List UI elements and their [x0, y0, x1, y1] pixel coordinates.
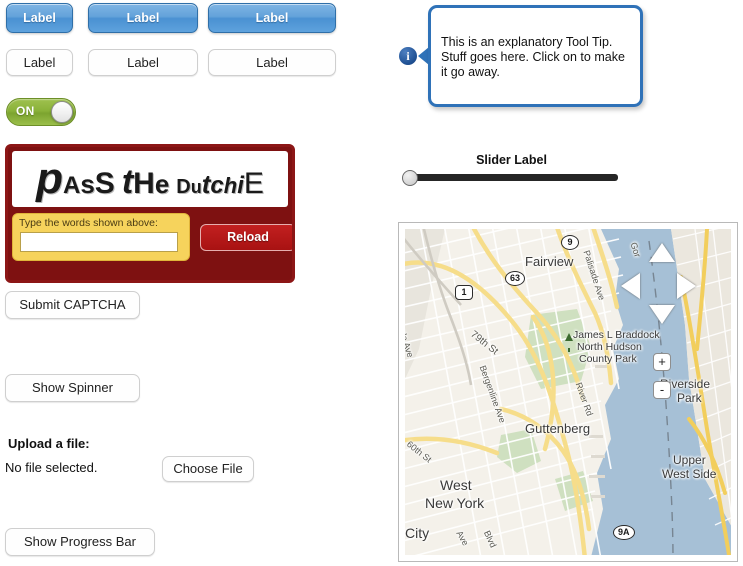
slider-track[interactable] [405, 174, 618, 181]
map-pan-down-icon[interactable] [649, 305, 675, 324]
captcha-char: i [237, 172, 244, 199]
upload-section-title: Upload a file: [8, 436, 90, 451]
submit-captcha-button[interactable]: Submit CAPTCHA [5, 291, 140, 319]
map-widget[interactable]: Fairview James L Braddock North Hudson Coun… [398, 222, 738, 562]
captcha-input-panel: Type the words shown above: [12, 213, 190, 261]
show-spinner-button[interactable]: Show Spinner [5, 374, 140, 402]
captcha-char: t [121, 163, 134, 201]
map-route-shield: 9A [613, 525, 635, 540]
info-icon[interactable]: i [399, 47, 417, 65]
map-route-shield: 1 [455, 285, 473, 300]
on-off-toggle[interactable]: ON [6, 98, 76, 126]
button-label: Label [126, 11, 160, 25]
captcha-reload-button[interactable]: Reload [200, 224, 292, 251]
captcha-char: s [80, 169, 95, 199]
captcha-char: S [94, 167, 115, 200]
choose-file-button[interactable]: Choose File [162, 456, 254, 482]
button-label: Label [23, 11, 56, 25]
reload-label: Reload [227, 230, 269, 244]
captcha-char: E [243, 167, 264, 200]
map-route-shield: 9 [561, 235, 579, 250]
captcha-image: pAsS tHe DutchiE [12, 151, 288, 207]
show-progress-bar-label: Show Progress Bar [24, 534, 136, 549]
choose-file-label: Choose File [173, 461, 243, 476]
map-pan-left-icon[interactable] [621, 273, 640, 299]
blue-label-button-1[interactable]: Label [6, 3, 73, 33]
show-spinner-label: Show Spinner [32, 380, 113, 395]
tooltip-text: This is an explanatory Tool Tip. Stuff g… [441, 35, 625, 79]
button-label: Label [127, 55, 159, 70]
map-pan-right-icon[interactable] [677, 273, 696, 299]
captcha-char: e [154, 169, 170, 199]
button-label: Label [23, 55, 56, 70]
captcha-char: p [36, 154, 63, 203]
plain-label-button-3[interactable]: Label [208, 49, 336, 76]
map-zoom-out-button[interactable]: - [653, 381, 671, 399]
submit-captcha-label: Submit CAPTCHA [19, 297, 126, 312]
captcha-char: A [62, 172, 81, 199]
plain-label-button-1[interactable]: Label [6, 49, 73, 76]
map-route-shield: 63 [505, 271, 526, 286]
tooltip-box[interactable]: This is an explanatory Tool Tip. Stuff g… [428, 5, 643, 107]
captcha-char: D [176, 176, 191, 198]
map-canvas[interactable]: Fairview James L Braddock North Hudson Coun… [405, 229, 731, 555]
blue-label-button-3[interactable]: Label [208, 3, 336, 33]
captcha-input-label: Type the words shown above: [19, 217, 158, 229]
captcha-char: H [133, 167, 155, 200]
slider-knob[interactable] [402, 170, 418, 186]
toggle-state-label: ON [16, 104, 35, 118]
captcha-controls: Type the words shown above: Reload [8, 211, 292, 265]
button-label: Label [256, 55, 288, 70]
upload-status-text: No file selected. [5, 460, 98, 475]
captcha-char: h [223, 173, 238, 198]
captcha-input[interactable] [20, 232, 178, 252]
plain-label-button-2[interactable]: Label [88, 49, 198, 76]
captcha-char: u [190, 177, 202, 197]
captcha-text: pAsS tHe DutchiE [36, 157, 264, 201]
captcha-widget: pAsS tHe DutchiE Type the words shown ab… [5, 144, 295, 283]
show-progress-bar-button[interactable]: Show Progress Bar [5, 528, 155, 556]
map-pan-up-icon[interactable] [649, 243, 675, 262]
captcha-char: t [201, 169, 211, 199]
map-zoom-in-button[interactable]: + [653, 353, 671, 371]
slider-label: Slider Label [476, 153, 547, 167]
blue-label-button-2[interactable]: Label [88, 3, 198, 33]
button-label: Label [255, 11, 289, 25]
captcha-char: c [210, 172, 224, 199]
toggle-knob[interactable] [51, 101, 73, 123]
